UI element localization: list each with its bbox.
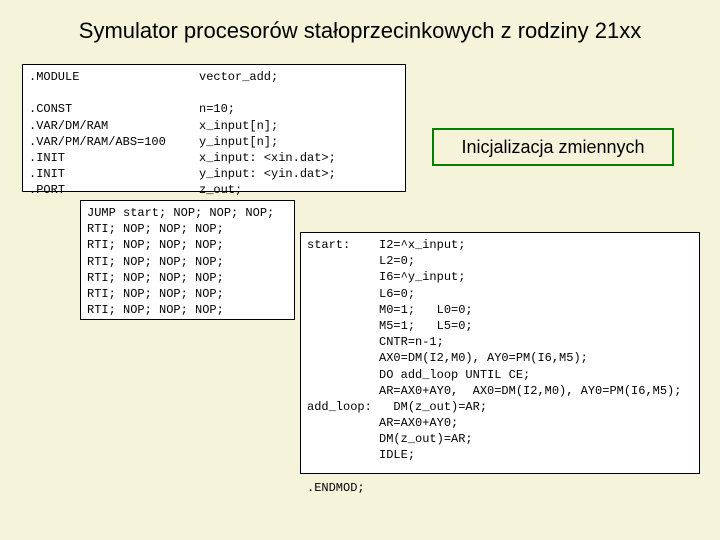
code-block-declarations: .MODULE .CONST .VAR/DM/RAM .VAR/PM/RAM/A…	[22, 64, 406, 192]
decl-right-col: vector_add; n=10; x_input[n]; y_input[n]…	[199, 69, 336, 199]
decl-left-col: .MODULE .CONST .VAR/DM/RAM .VAR/PM/RAM/A…	[29, 69, 199, 199]
annotation-text: Inicjalizacja zmiennych	[461, 137, 644, 158]
page-title: Symulator procesorów stałoprzecinkowych …	[0, 18, 720, 44]
code-block-main: start: I2=^x_input; L2=0; I6=^y_input; L…	[300, 232, 700, 474]
code-block-interrupts: JUMP start; NOP; NOP; NOP; RTI; NOP; NOP…	[80, 200, 295, 320]
annotation-label: Inicjalizacja zmiennych	[432, 128, 674, 166]
